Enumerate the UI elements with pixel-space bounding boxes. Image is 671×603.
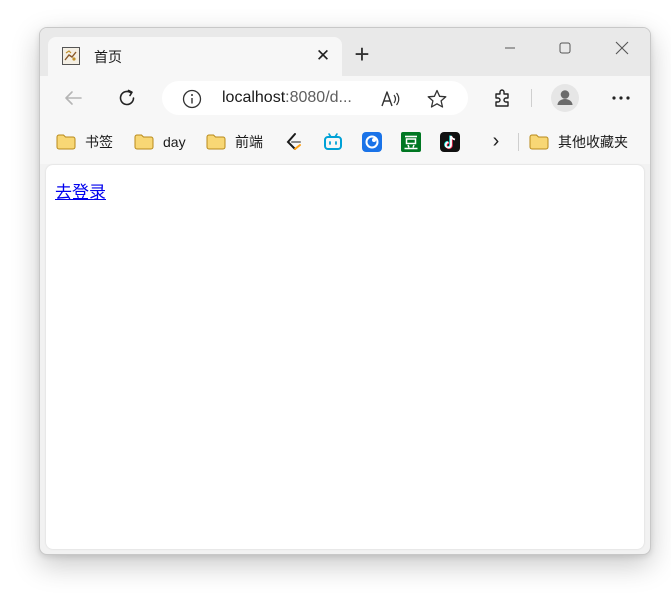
extensions-icon[interactable] — [487, 84, 517, 112]
close-icon[interactable] — [602, 36, 642, 60]
info-icon[interactable] — [182, 89, 202, 109]
bookmarks-bar: 书签 day 前端 › 其他收藏夹 — [40, 120, 650, 164]
new-tab-button[interactable]: + — [350, 41, 374, 67]
tomcat-favicon-icon — [62, 47, 80, 65]
maximize-icon[interactable] — [545, 36, 585, 60]
back-arrow-icon[interactable] — [58, 84, 88, 112]
bookmark-label: 书签 — [85, 134, 113, 150]
bookmark-folder-other[interactable]: 其他收藏夹 — [529, 132, 628, 152]
folder-icon — [134, 134, 154, 150]
folder-icon — [56, 134, 76, 150]
bookmark-label: day — [163, 134, 186, 150]
navigation-bar: localhost:8080/d... — [40, 76, 650, 120]
favorite-star-icon[interactable] — [426, 89, 447, 109]
bookmark-folder-qianduan[interactable]: 前端 — [206, 132, 263, 152]
bookmark-label: 其他收藏夹 — [558, 134, 628, 150]
douban-icon[interactable] — [401, 132, 421, 152]
refresh-icon[interactable] — [112, 84, 142, 112]
url-path: :8080/d... — [285, 89, 352, 106]
address-bar[interactable]: localhost:8080/d... — [162, 81, 468, 115]
leetcode-icon[interactable] — [284, 132, 304, 152]
bookmarks-divider — [518, 133, 519, 151]
folder-icon — [206, 134, 226, 150]
url-host: localhost — [222, 89, 286, 106]
more-options-icon[interactable] — [606, 84, 636, 112]
page-content: 去登录 — [46, 165, 644, 549]
tab-close-icon[interactable]: ✕ — [314, 47, 332, 65]
minimize-icon[interactable] — [490, 36, 530, 60]
folder-icon — [529, 134, 549, 150]
title-bar: 首页 ✕ + — [40, 28, 650, 76]
blue-app-icon[interactable] — [362, 132, 382, 152]
tiktok-icon[interactable] — [440, 132, 460, 152]
browser-window: 首页 ✕ + localhost:8080/d... 书签 day 前端 › 其… — [39, 27, 651, 555]
tab-title: 首页 — [94, 49, 122, 65]
toolbar-divider — [531, 89, 532, 107]
bookmark-folder-shuqian[interactable]: 书签 — [56, 132, 113, 152]
login-link[interactable]: 去登录 — [55, 178, 106, 203]
url-text[interactable]: localhost:8080/d... — [222, 89, 352, 107]
profile-avatar-icon[interactable] — [550, 84, 580, 112]
bilibili-icon[interactable] — [323, 132, 343, 152]
read-aloud-icon[interactable] — [380, 89, 400, 109]
tab-active[interactable]: 首页 ✕ — [48, 37, 342, 76]
bookmark-folder-day[interactable]: day — [134, 132, 186, 152]
bookmarks-overflow-chevron-icon[interactable]: › — [486, 131, 506, 151]
bookmark-label: 前端 — [235, 134, 263, 150]
